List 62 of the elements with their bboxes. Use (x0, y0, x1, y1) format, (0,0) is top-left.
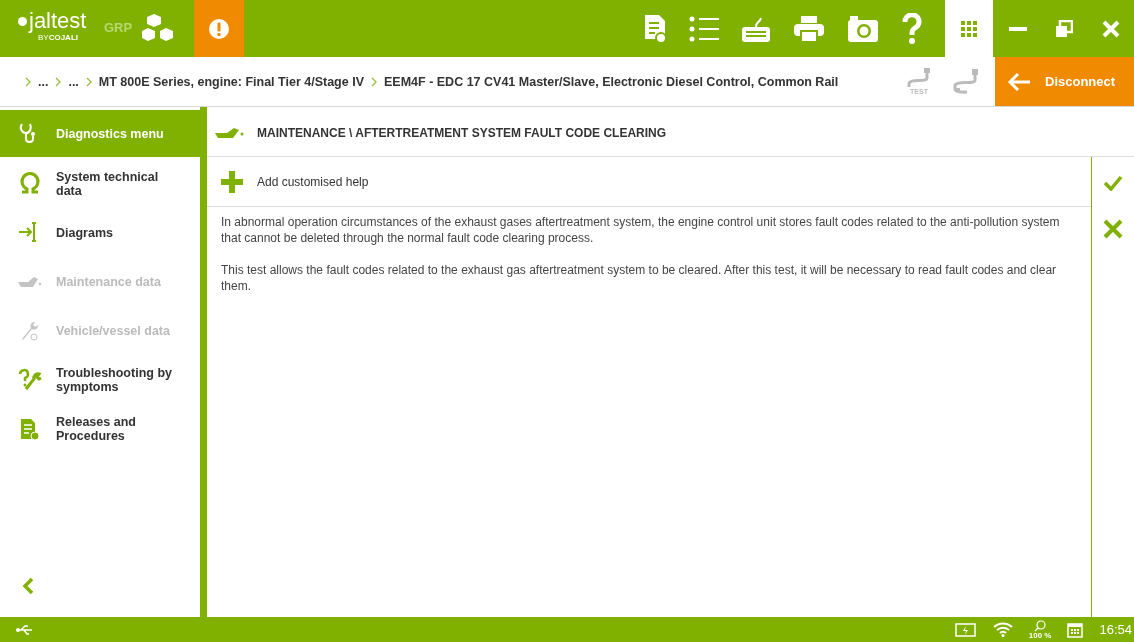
printer-icon (793, 14, 825, 43)
chevron-icon (55, 76, 62, 87)
apps-button[interactable] (945, 0, 993, 57)
document-icon (643, 13, 667, 44)
sidebar-item[interactable]: Troubleshooting by symptoms (0, 355, 200, 404)
logo-dot-icon (18, 16, 27, 26)
restore-button[interactable] (1055, 19, 1074, 38)
help-icon (901, 12, 923, 45)
document-icon (18, 416, 42, 441)
list-icon (689, 15, 719, 42)
zoom-level: 100 % (1028, 631, 1052, 640)
battery-icon (954, 622, 977, 637)
logo-byline: BYCOJALI (38, 33, 78, 42)
oil-can-icon (215, 126, 245, 140)
alert-button[interactable] (194, 0, 245, 57)
cable-icon (907, 68, 931, 88)
connection-button[interactable] (953, 68, 979, 95)
grid-icon (961, 20, 977, 37)
sidebar-item[interactable]: Diagrams (0, 208, 200, 257)
close-icon (1103, 219, 1123, 239)
usb-icon (16, 624, 34, 635)
description-paragraph: This test allows the fault codes related to the exhaust gas aftertreatment system to be cleared. After this test, it will be necessary to read fault codes and clear them. (221, 262, 1058, 294)
breadcrumb-link[interactable]: ... (68, 74, 79, 89)
breadcrumb-link[interactable]: MT 800E Series, engine: Final Tier 4/Stage IV (98, 74, 364, 89)
calendar-icon (1067, 621, 1084, 638)
confirm-button[interactable] (1103, 175, 1123, 191)
chevron-icon (371, 76, 377, 87)
camera-icon (847, 14, 879, 43)
add-help-button[interactable]: Add customised help (207, 157, 1091, 207)
restore-icon (1055, 19, 1074, 38)
clock-time: 16:54 (1099, 622, 1132, 637)
help-button[interactable] (901, 12, 923, 45)
sidebar-item[interactable]: System technical data (0, 159, 200, 208)
cable-icon (953, 68, 979, 95)
minimize-button[interactable] (1009, 26, 1028, 31)
exclamation-icon (208, 17, 231, 40)
minimize-icon (1009, 26, 1028, 31)
search-icon (1034, 619, 1047, 632)
report-icon[interactable] (643, 13, 667, 44)
product-label: GRP (104, 20, 133, 37)
wifi-icon (992, 622, 1013, 637)
logo-text: jaltest (29, 10, 87, 32)
chevron-icon (25, 76, 31, 87)
chevron-icon (85, 76, 92, 87)
list-button[interactable] (689, 15, 719, 42)
check-icon (1103, 175, 1123, 191)
wrench-question-icon (18, 367, 42, 392)
sidebar-item[interactable]: Releases and Procedures (0, 404, 200, 453)
print-button[interactable] (793, 14, 825, 43)
arrow-left-icon (1007, 71, 1031, 92)
breadcrumb-link[interactable]: ... (38, 74, 49, 89)
cancel-button[interactable] (1103, 219, 1123, 239)
camera-button[interactable] (847, 14, 879, 43)
breadcrumb-link[interactable]: EEM4F - EDC 17 CV41 Master/Slave, Electronic Diesel Control, Common Rail (384, 74, 839, 89)
oil-can-icon (18, 275, 42, 288)
close-icon (1101, 19, 1120, 38)
plus-icon (221, 170, 243, 193)
omega-icon (18, 171, 42, 196)
page-title: MAINTENANCE \ AFTERTREATMENT SYSTEM FAULT CODE CLEARING (257, 126, 667, 140)
chevron-left-icon (22, 577, 34, 595)
description-paragraph: In abnormal operation circumstances of the exhaust gases aftertreatment system, the engine control unit stores fault codes related to the anti-pollution system that cannot be deleted through the normal fault code clearing process. (221, 214, 1061, 246)
close-button[interactable] (1101, 19, 1120, 38)
